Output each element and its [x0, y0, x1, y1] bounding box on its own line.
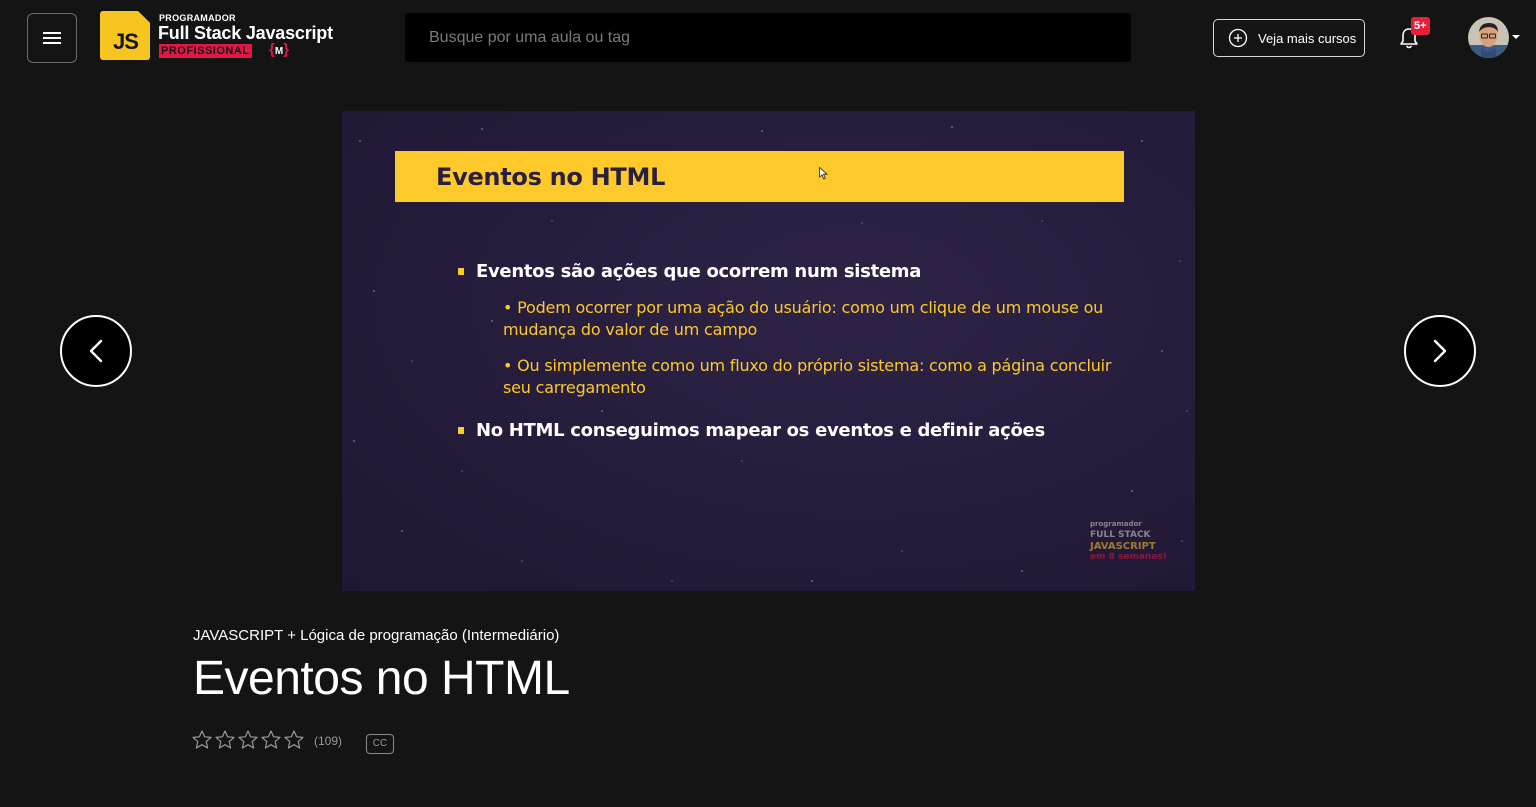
- course-name[interactable]: JAVASCRIPT + Lógica de programação (Inte…: [193, 627, 559, 644]
- top-header: JS PROGRAMADOR Full Stack Javascript PRO…: [0, 0, 1536, 76]
- star-icon[interactable]: [261, 730, 281, 749]
- slide-bullet-2: No HTML conseguimos mapear os eventos e …: [476, 420, 1045, 441]
- hamburger-icon: [43, 32, 61, 44]
- previous-lesson-button[interactable]: [60, 315, 132, 387]
- star-icon[interactable]: [284, 730, 304, 749]
- mouse-cursor-icon: [819, 167, 828, 180]
- avatar-image: [1468, 17, 1509, 58]
- more-courses-label: Veja mais cursos: [1258, 30, 1357, 46]
- lesson-title: Eventos no HTML: [193, 652, 570, 705]
- js-badge-text: JS: [113, 29, 139, 54]
- logo-tag: PROFISSIONAL: [159, 44, 252, 58]
- star-icon[interactable]: [238, 730, 258, 749]
- more-courses-button[interactable]: Veja mais cursos: [1213, 19, 1365, 57]
- menu-button[interactable]: [27, 13, 77, 63]
- logo-brace-close: }: [283, 41, 290, 58]
- slide-bullet-1: Eventos são ações que ocorrem num sistem…: [476, 261, 922, 282]
- logo-small-text: PROGRAMADOR: [159, 13, 236, 23]
- closed-captions-badge[interactable]: CC: [366, 734, 394, 754]
- logo-main-text: Full Stack Javascript: [158, 23, 333, 43]
- search-input[interactable]: [405, 13, 1131, 62]
- rating-count: (109): [314, 734, 343, 748]
- logo-brace-inner: M: [274, 46, 284, 57]
- chevron-right-icon: [1433, 339, 1447, 363]
- chevron-left-icon: [89, 339, 103, 363]
- star-rating[interactable]: [192, 730, 304, 750]
- logo-brace: {M}: [269, 41, 289, 58]
- slide-watermark-logo: programador FULL STACK JAVASCRIPT em 8 s…: [1090, 519, 1180, 563]
- watermark-line-4: em 8 semanas!: [1090, 552, 1167, 562]
- watermark-line-1: programador: [1090, 520, 1142, 528]
- star-icon[interactable]: [215, 730, 235, 749]
- brand-logo[interactable]: JS PROGRAMADOR Full Stack Javascript PRO…: [100, 11, 350, 61]
- slide-title-bar: Eventos no HTML: [395, 151, 1124, 202]
- slide-title: Eventos no HTML: [436, 163, 666, 191]
- next-lesson-button[interactable]: [1404, 315, 1476, 387]
- js-badge: JS: [100, 11, 150, 60]
- bullet-marker: [458, 427, 464, 434]
- bullet-marker: [458, 268, 464, 275]
- user-avatar[interactable]: [1468, 17, 1509, 58]
- watermark-line-2: FULL STACK: [1090, 530, 1151, 540]
- chevron-down-icon[interactable]: [1512, 34, 1520, 40]
- watermark-line-3: JAVASCRIPT: [1090, 541, 1156, 552]
- slide-subbullet-2: • Ou simplemente como um fluxo do própri…: [503, 356, 1112, 397]
- star-icon[interactable]: [192, 730, 212, 749]
- slide-subbullet-1: • Podem ocorrer por uma ação do usuário:…: [503, 298, 1104, 339]
- lesson-video[interactable]: Eventos no HTML Eventos são ações que oc…: [342, 111, 1195, 591]
- plus-circle-icon: [1228, 28, 1248, 48]
- notification-badge: 5+: [1411, 17, 1430, 35]
